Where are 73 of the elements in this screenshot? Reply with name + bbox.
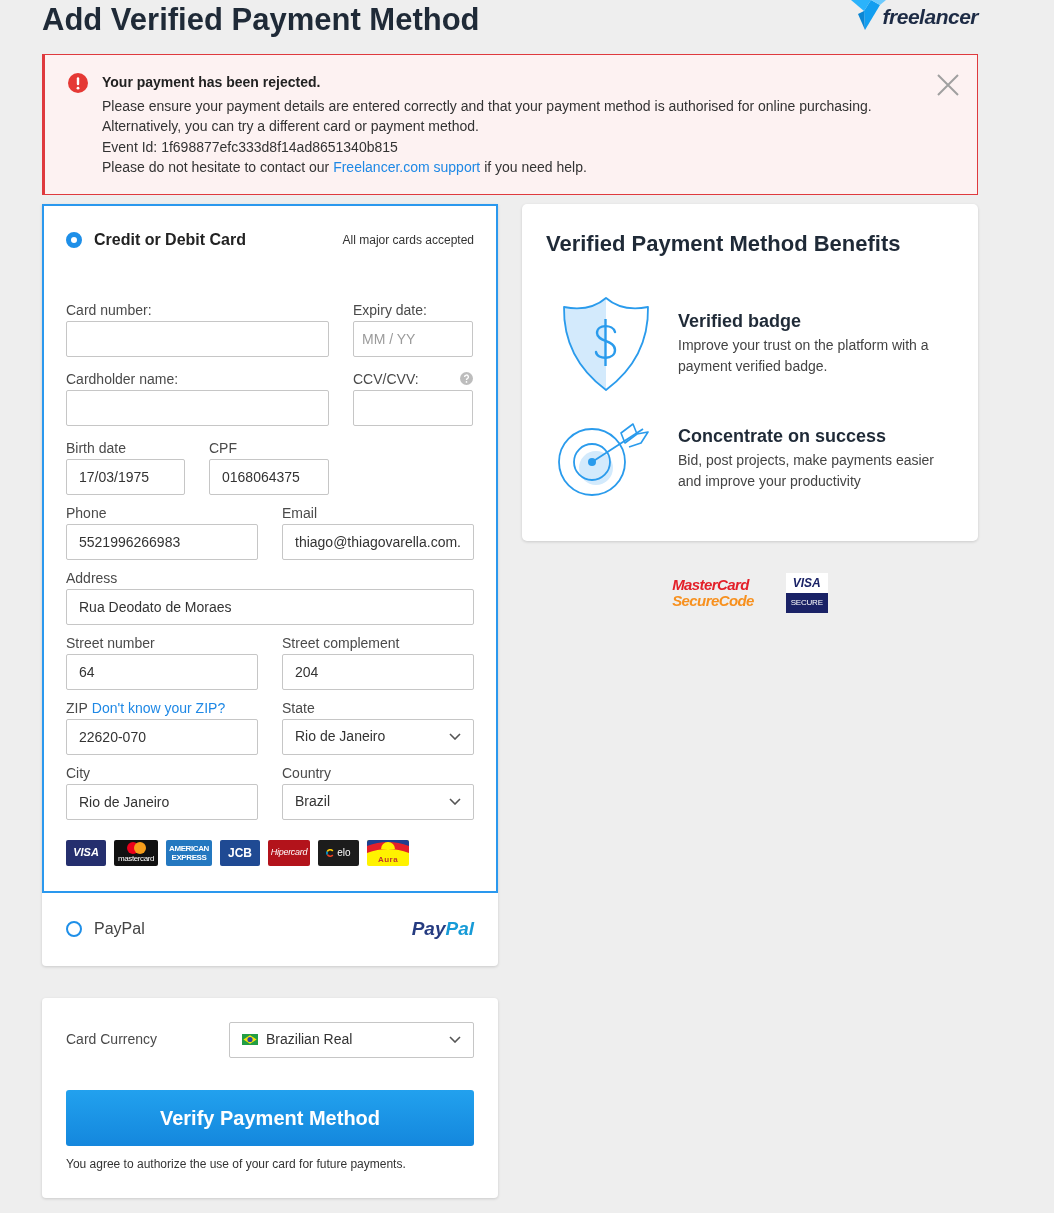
overlapping-circles-icon	[126, 842, 146, 854]
field-label: State	[282, 699, 315, 716]
field-label: CPF	[209, 439, 237, 456]
input-field[interactable]	[353, 389, 473, 426]
option-label[interactable]: Credit or Debit Card	[94, 227, 246, 252]
input-field[interactable]: 5521996266983	[66, 523, 258, 560]
card-brand-logo: VISA	[66, 839, 106, 866]
agreement-text: You agree to authorize the use of your card for future payments.	[66, 1155, 407, 1172]
zip-help-link[interactable]: Don't know your ZIP?	[91, 699, 226, 716]
field-label: City	[66, 764, 91, 781]
field-label: Phone	[66, 504, 107, 521]
field-label: Street complement	[282, 634, 400, 651]
input-field[interactable]: 0168064375	[209, 458, 329, 495]
alert-text: Alternatively, you can try a different card or payment method.	[102, 117, 480, 136]
input-field[interactable]	[66, 320, 329, 357]
field-label: Card Currency	[66, 1030, 158, 1049]
field-label: CCV/CVV:	[353, 370, 419, 387]
page-title: Add Verified Payment Method	[42, 1, 480, 39]
card-brand-logo: JCB	[220, 839, 260, 866]
brand-name: mastercard	[118, 854, 154, 863]
input-field[interactable]: Rua Deodato de Moraes	[66, 588, 474, 625]
benefits-title: Verified Payment Method Benefits	[546, 229, 902, 258]
dropdown-field[interactable]: Brazil	[282, 783, 474, 820]
field-label: Email	[282, 504, 317, 521]
dropdown-field[interactable]: Brazilian Real	[229, 1021, 474, 1058]
paypal-logo: PayPal	[411, 916, 474, 941]
ring-icon	[326, 848, 335, 857]
logo-text: freelancer	[882, 5, 978, 29]
input-field[interactable]: thiago@thiagovarella.com.	[282, 523, 474, 560]
benefit-title: Verified badge	[678, 310, 803, 333]
card-brand-logo: Hipercard	[268, 839, 310, 866]
input-field[interactable]: MM / YY	[353, 320, 473, 357]
close-icon[interactable]	[937, 74, 959, 96]
badge-label: SECURE	[785, 592, 828, 613]
alert-text: Please do not hesitate to contact our Freelancer.com support if you need help.	[102, 158, 588, 177]
input-field[interactable]: Rio de Janeiro	[66, 783, 258, 820]
benefit-text: Bid, post projects, make payments easier and improve your productivity	[678, 450, 935, 491]
flag-icon	[242, 1034, 258, 1045]
chevron-down-icon	[449, 733, 461, 740]
alert-text: Please ensure your payment details are entered correctly and that your payment method is authorised for online purchasing.	[102, 96, 873, 116]
radio-button[interactable]	[66, 921, 82, 937]
field-label: Birth date	[66, 439, 126, 456]
input-field[interactable]: 22620-070	[66, 718, 258, 755]
alert-text: Event Id: 1f698877efc333d8f14ad8651340b815	[102, 137, 399, 157]
help-icon[interactable]	[460, 372, 473, 385]
field-label: Expiry date:	[353, 301, 427, 318]
input-field[interactable]	[66, 389, 329, 426]
benefit-text: Improve your trust on the platform with a payment verified badge.	[678, 335, 930, 376]
card-brand-logo: AMERICAN EXPRESS	[166, 839, 212, 866]
brand-name: elo	[337, 847, 351, 858]
badge-brand: VISA	[785, 572, 828, 593]
shield-dollar-icon	[562, 295, 650, 392]
alert-title: Your payment has been rejected.	[102, 73, 322, 92]
dropdown-field[interactable]: Rio de Janeiro	[282, 718, 474, 755]
benefit-title: Concentrate on success	[678, 425, 888, 448]
input-field[interactable]: 64	[66, 653, 258, 690]
chevron-down-icon	[449, 798, 461, 805]
input-field[interactable]: 204	[282, 653, 474, 690]
field-label: Card number:	[66, 301, 152, 318]
field-label: Cardholder name:	[66, 370, 179, 387]
field-label: Street number	[66, 634, 155, 651]
field-label: Address	[66, 569, 118, 586]
secure-code-logo: MasterCard SecureCode	[672, 576, 754, 609]
field-label: ZIP	[66, 699, 88, 716]
chevron-down-icon	[449, 1036, 461, 1043]
accepted-cards-note: All major cards accepted	[342, 231, 474, 249]
error-icon	[68, 73, 88, 93]
input-field[interactable]: 17/03/1975	[66, 458, 185, 495]
target-arrow-icon	[557, 421, 649, 496]
option-label[interactable]: PayPal	[94, 917, 145, 941]
field-label: Country	[282, 764, 332, 781]
brand-name: Aura	[377, 854, 399, 865]
radio-button[interactable]	[66, 231, 82, 248]
